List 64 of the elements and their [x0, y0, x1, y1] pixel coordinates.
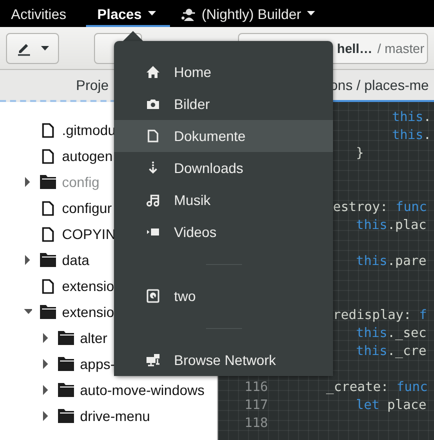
- drive-icon: [146, 289, 160, 303]
- edit-button[interactable]: [6, 32, 59, 64]
- caret-icon: [148, 11, 156, 16]
- line-number: 117: [244, 398, 268, 412]
- code-line: redisplay: f: [333, 308, 427, 322]
- tree-item[interactable]: drive-menu: [80, 408, 150, 424]
- expander-icon[interactable]: [24, 177, 32, 187]
- tree-item[interactable]: data: [62, 252, 90, 268]
- folder-icon: [58, 331, 74, 345]
- tree-item[interactable]: auto-move-windows: [80, 382, 204, 398]
- code-line: estroy: func: [333, 200, 427, 214]
- file-icon: [42, 226, 54, 242]
- code-line: _create: func: [326, 380, 428, 394]
- panel-title: Proje: [76, 77, 109, 93]
- folder-icon: [58, 357, 74, 371]
- expander-icon[interactable]: [42, 359, 50, 369]
- tree-item[interactable]: extensio: [62, 278, 114, 294]
- file-icon: [42, 122, 54, 138]
- expander-icon[interactable]: [42, 333, 50, 343]
- tree-item[interactable]: .gitmodu: [62, 122, 116, 138]
- caret-icon: [40, 46, 49, 50]
- file-icon: [42, 200, 54, 216]
- code-line: this._cre: [356, 344, 426, 358]
- menu-item[interactable]: two: [114, 280, 333, 312]
- folder-icon: [58, 383, 74, 397]
- tree-item[interactable]: autogen: [62, 148, 113, 164]
- document-icon: [146, 129, 160, 143]
- file-icon: [42, 278, 54, 294]
- music-icon: [146, 193, 160, 207]
- expander-icon[interactable]: [42, 411, 50, 421]
- code-line: this.plac: [356, 218, 426, 232]
- line-number: 118: [244, 416, 268, 430]
- code-line: this.: [392, 110, 432, 124]
- camera-icon: [146, 97, 160, 111]
- tree-item[interactable]: alter: [80, 330, 108, 346]
- app-icon: [180, 6, 196, 20]
- code-line: let place: [356, 398, 426, 412]
- network-icon: [146, 353, 160, 367]
- caret-icon: [307, 11, 316, 16]
- tree-item[interactable]: configur: [62, 200, 112, 216]
- folder-icon: [40, 305, 56, 319]
- code-line: this.: [392, 128, 432, 142]
- code-line: }: [356, 146, 364, 160]
- folder-icon: [58, 409, 74, 423]
- expander-icon[interactable]: [42, 385, 50, 395]
- file-icon: [42, 148, 54, 164]
- line-number: 116: [244, 380, 268, 394]
- code-line: this.pare: [356, 254, 426, 268]
- menu-item[interactable]: Videos: [114, 216, 333, 248]
- menu-item[interactable]: Bilder: [114, 88, 333, 120]
- folder-icon: [40, 175, 56, 189]
- tree-item[interactable]: COPYIN: [62, 226, 116, 242]
- expander-icon[interactable]: [24, 255, 32, 265]
- menu-item[interactable]: Musik: [114, 184, 333, 216]
- tree-item[interactable]: extensio: [62, 304, 114, 320]
- folder-icon: [40, 253, 56, 267]
- download-icon: [146, 161, 160, 175]
- home-icon: [146, 65, 160, 79]
- menu-item[interactable]: Browse Network: [114, 344, 333, 376]
- code-line: this._sec: [356, 326, 426, 340]
- tree-item[interactable]: apps-: [80, 356, 116, 372]
- menu-item[interactable]: Home: [114, 56, 333, 88]
- menu-item[interactable]: Downloads: [114, 152, 333, 184]
- menu-item[interactable]: Dokumente: [114, 120, 333, 152]
